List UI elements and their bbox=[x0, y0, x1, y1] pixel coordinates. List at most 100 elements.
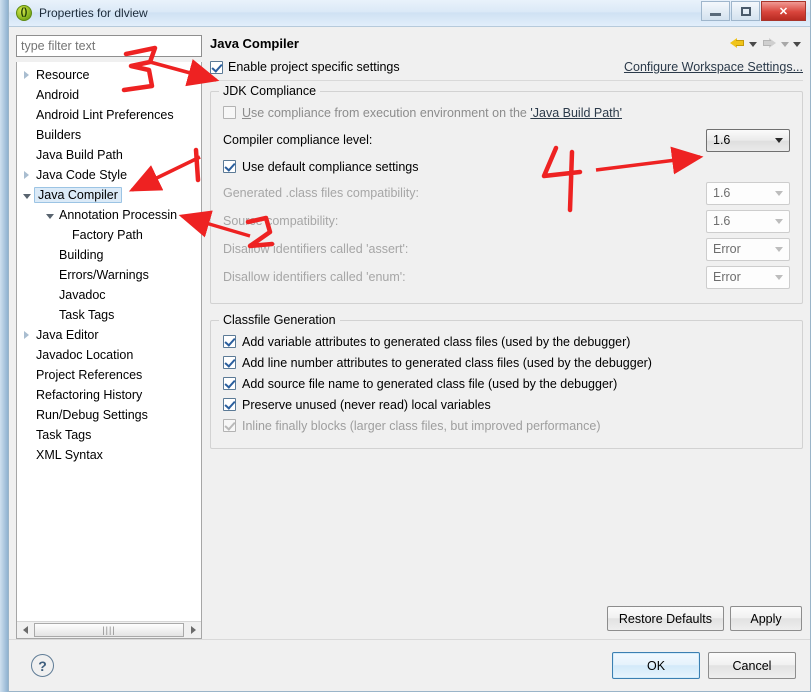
sidebar-item-java-editor[interactable]: Java Editor bbox=[17, 325, 201, 345]
title-bar: () Properties for dlview ✕ bbox=[9, 0, 810, 27]
enable-project-specific-row: Enable project specific settings Configu… bbox=[210, 60, 803, 81]
sidebar-item-task-tags[interactable]: Task Tags bbox=[17, 305, 201, 325]
sidebar-item-java-code-style[interactable]: Java Code Style bbox=[17, 165, 201, 185]
minimize-icon bbox=[710, 13, 721, 16]
footer-buttons: OK Cancel bbox=[612, 652, 796, 679]
close-icon: ✕ bbox=[778, 5, 789, 18]
jdk-compliance-group-title: JDK Compliance bbox=[219, 84, 321, 98]
java-build-path-link[interactable]: 'Java Build Path' bbox=[530, 106, 622, 120]
more-chevron-down-icon[interactable] bbox=[793, 41, 801, 47]
scroll-left-arrow[interactable] bbox=[17, 623, 33, 638]
sidebar-item-javadoc-location[interactable]: Javadoc Location bbox=[17, 345, 201, 365]
sidebar-item-label: Errors/Warnings bbox=[59, 268, 149, 282]
add-variable-attributes-to-generat-checkbox[interactable]: Add variable attributes to generated cla… bbox=[223, 331, 790, 352]
preserve-unused-never-read-local-label: Preserve unused (never read) local varia… bbox=[242, 397, 491, 412]
checkbox-box bbox=[223, 377, 236, 390]
sidebar-item-building[interactable]: Building bbox=[17, 245, 201, 265]
compiler-compliance-level-value: 1.6 bbox=[713, 133, 731, 147]
sidebar-item-resource[interactable]: Resource bbox=[17, 65, 201, 85]
minimize-button[interactable] bbox=[701, 1, 730, 21]
inline-finally-blocks-larger-clas-checkbox: Inline finally blocks (larger class file… bbox=[223, 415, 790, 436]
enable-project-specific-checkbox[interactable]: Enable project specific settings bbox=[210, 60, 400, 74]
add-source-file-name-to-generated-label: Add source file name to generated class … bbox=[242, 376, 618, 391]
sidebar-item-builders[interactable]: Builders bbox=[17, 125, 201, 145]
settings-tree[interactable]: Resource Android Android Lint Preferences B… bbox=[16, 62, 202, 639]
chevron-right-icon[interactable] bbox=[19, 171, 34, 179]
sidebar-item-errors-warnings[interactable]: Errors/Warnings bbox=[17, 265, 201, 285]
classfile-options-list: Add variable attributes to generated cla… bbox=[223, 331, 790, 436]
forward-chevron-down-icon[interactable] bbox=[781, 41, 789, 47]
scroll-right-arrow[interactable] bbox=[185, 623, 201, 638]
add-line-number-attributes-to-gene-label: Add line number attributes to generated … bbox=[242, 355, 652, 370]
sidebar-item-annotation-processin[interactable]: Annotation Processin bbox=[17, 205, 201, 225]
use-execution-environment-mnemonic: U bbox=[242, 105, 252, 120]
sidebar-item-project-references[interactable]: Project References bbox=[17, 365, 201, 385]
sidebar-item-xml-syntax[interactable]: XML Syntax bbox=[17, 445, 201, 465]
use-execution-environment-checkbox[interactable]: Use compliance from execution environmen… bbox=[223, 102, 790, 123]
disallow-identifiers-called-enum-row: Disallow identifiers called 'enum': Error bbox=[223, 263, 790, 291]
forward-arrow-icon bbox=[761, 35, 777, 49]
chevron-down-icon[interactable] bbox=[19, 191, 34, 199]
sidebar-item-label: Run/Debug Settings bbox=[36, 408, 148, 422]
use-default-compliance-checkbox[interactable]: Use default compliance settings bbox=[223, 156, 790, 177]
source-compatibility-label: Source compatibility: bbox=[223, 214, 339, 228]
sidebar-item-label: XML Syntax bbox=[36, 448, 103, 462]
page-spacer bbox=[210, 449, 803, 600]
sidebar-item-android[interactable]: Android bbox=[17, 85, 201, 105]
add-source-file-name-to-generated-checkbox[interactable]: Add source file name to generated class … bbox=[223, 373, 790, 394]
checkbox-box bbox=[210, 60, 223, 74]
preserve-unused-never-read-local-checkbox[interactable]: Preserve unused (never read) local varia… bbox=[223, 394, 790, 415]
page-title: Java Compiler bbox=[210, 36, 299, 51]
source-compatibility-value: 1.6 bbox=[713, 214, 731, 228]
sidebar-item-refactoring-history[interactable]: Refactoring History bbox=[17, 385, 201, 405]
navigation-pane: Resource Android Android Lint Preferences B… bbox=[16, 35, 202, 639]
sidebar-item-label: Android Lint Preferences bbox=[36, 108, 174, 122]
back-arrow-icon[interactable] bbox=[729, 35, 745, 49]
chevron-right-icon[interactable] bbox=[19, 71, 34, 79]
sidebar-item-task-tags[interactable]: Task Tags bbox=[17, 425, 201, 445]
source-compatibility-dropdown: 1.6 bbox=[706, 209, 790, 233]
maximize-icon bbox=[740, 6, 751, 16]
chevron-down-icon[interactable] bbox=[42, 211, 57, 219]
settings-tree-list: Resource Android Android Lint Preferences B… bbox=[17, 62, 201, 465]
disallow-identifiers-called-enum-value: Error bbox=[713, 270, 741, 284]
sidebar-item-java-compiler[interactable]: Java Compiler bbox=[17, 185, 201, 205]
sidebar-item-java-build-path[interactable]: Java Build Path bbox=[17, 145, 201, 165]
compiler-compliance-level-dropdown[interactable]: 1.6 bbox=[706, 128, 790, 152]
jdk-compliance-group: JDK Compliance Use compliance from execu… bbox=[210, 84, 803, 304]
dialog-footer: ? OK Cancel bbox=[9, 639, 810, 691]
filter-input[interactable] bbox=[16, 35, 202, 57]
compliance-detail-rows: Generated .class files compatibility: 1.6… bbox=[223, 179, 790, 291]
cancel-button[interactable]: Cancel bbox=[708, 652, 796, 679]
disallow-identifiers-called-assert-value: Error bbox=[713, 242, 741, 256]
add-line-number-attributes-to-gene-checkbox[interactable]: Add line number attributes to generated … bbox=[223, 352, 790, 373]
window-controls: ✕ bbox=[701, 1, 806, 21]
sidebar-item-label: Task Tags bbox=[59, 308, 115, 322]
generated-class-files-compatibility-dropdown: 1.6 bbox=[706, 181, 790, 205]
scrollbar-thumb[interactable]: |||| bbox=[34, 623, 184, 637]
chevron-right-icon[interactable] bbox=[19, 331, 34, 339]
ok-button[interactable]: OK bbox=[612, 652, 700, 679]
tree-horizontal-scrollbar[interactable]: |||| bbox=[17, 621, 201, 638]
sidebar-item-label: Javadoc Location bbox=[36, 348, 134, 362]
classfile-generation-group: Classfile Generation Add variable attrib… bbox=[210, 313, 803, 449]
apply-button[interactable]: Apply bbox=[730, 606, 802, 631]
chevron-down-icon bbox=[775, 218, 783, 224]
restore-defaults-button[interactable]: Restore Defaults bbox=[606, 606, 724, 631]
help-question-icon[interactable]: ? bbox=[31, 654, 54, 677]
properties-dialog: () Properties for dlview ✕ Resource Andro… bbox=[8, 0, 811, 692]
inline-finally-blocks-larger-clas-label: Inline finally blocks (larger class file… bbox=[242, 418, 601, 433]
configure-workspace-settings-link[interactable]: Configure Workspace Settings... bbox=[624, 60, 803, 74]
window-title: Properties for dlview bbox=[39, 6, 148, 20]
sidebar-item-label: Building bbox=[59, 248, 104, 262]
checkbox-box bbox=[223, 160, 236, 173]
back-chevron-down-icon[interactable] bbox=[749, 41, 757, 47]
maximize-button[interactable] bbox=[731, 1, 760, 21]
sidebar-item-factory-path[interactable]: Factory Path bbox=[17, 225, 201, 245]
sidebar-item-run-debug-settings[interactable]: Run/Debug Settings bbox=[17, 405, 201, 425]
sidebar-item-label: Java Editor bbox=[36, 328, 99, 342]
sidebar-item-android-lint-preferences[interactable]: Android Lint Preferences bbox=[17, 105, 201, 125]
use-default-compliance-label: Use default compliance settings bbox=[242, 159, 419, 174]
close-button[interactable]: ✕ bbox=[761, 1, 806, 21]
sidebar-item-javadoc[interactable]: Javadoc bbox=[17, 285, 201, 305]
